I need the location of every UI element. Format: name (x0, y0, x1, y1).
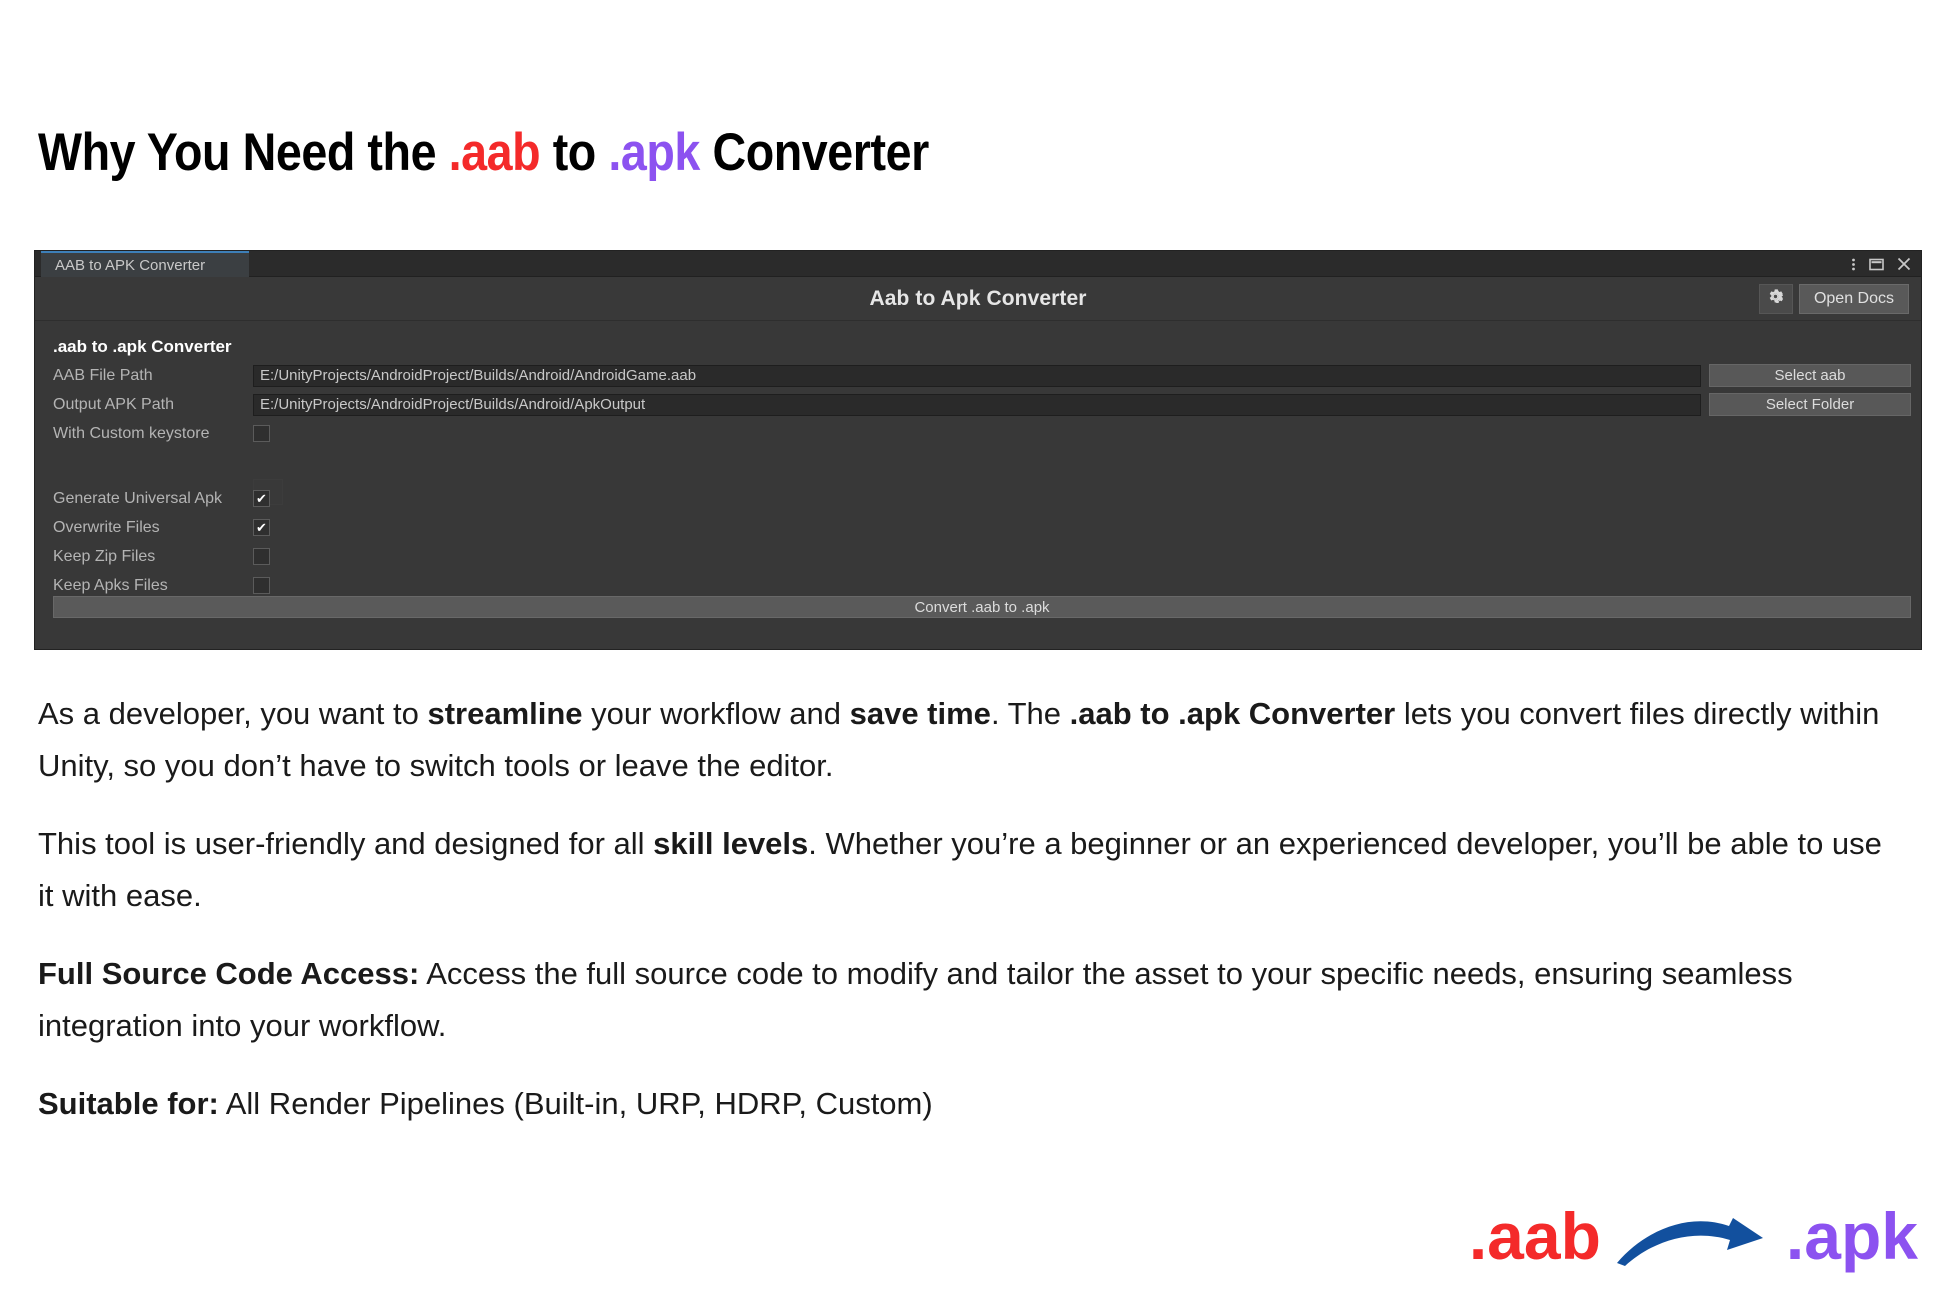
convert-button[interactable]: Convert .aab to .apk (53, 596, 1911, 618)
aab-file-path-input[interactable]: E:/UnityProjects/AndroidProject/Builds/A… (253, 364, 1701, 387)
paragraph-4: Suitable for: All Render Pipelines (Buil… (38, 1078, 1898, 1130)
toolbar-actions: Open Docs (1758, 283, 1909, 314)
window-tabstrip: AAB to APK Converter (35, 251, 1921, 277)
keep-zip-files-label: Keep Zip Files (53, 547, 156, 565)
title-part-2: to (540, 123, 609, 182)
body-copy: As a developer, you want to streamline y… (38, 688, 1898, 1145)
p1-a: As a developer, you want to (38, 696, 428, 731)
overwrite-files-checkbox[interactable] (253, 519, 270, 536)
p4-heading: Suitable for: (38, 1086, 219, 1122)
field-row-overwrite-files: Overwrite Files (35, 513, 1921, 542)
p2-a: This tool is user-friendly and designed … (38, 826, 654, 862)
title-apk: .apk (608, 123, 700, 182)
select-folder-button[interactable]: Select Folder (1709, 393, 1911, 416)
title-aab: .aab (448, 123, 541, 182)
paragraph-1: As a developer, you want to streamline y… (38, 688, 1898, 792)
p1-save-time: save time (849, 696, 991, 731)
converter-toolbar: Aab to Apk Converter Open Docs (35, 277, 1921, 321)
paragraph-3: Full Source Code Access: Access the full… (38, 948, 1898, 1052)
slide-root: Why You Need the .aab to .apk Converter … (0, 0, 1950, 1300)
generate-universal-apk-checkbox[interactable] (253, 490, 270, 507)
gear-icon (1767, 288, 1784, 310)
footer-apk-label: .apk (1785, 1199, 1918, 1273)
title-part-1: Why You Need the (38, 123, 449, 182)
select-aab-button[interactable]: Select aab (1709, 364, 1911, 387)
field-row-keep-zip-files: Keep Zip Files (35, 542, 1921, 571)
p1-c: your workflow and (582, 696, 850, 731)
p2-skill-levels: skill levels (653, 826, 809, 862)
output-apk-path-label: Output APK Path (53, 395, 174, 413)
keep-apks-files-checkbox[interactable] (253, 577, 270, 594)
p1-converter: .aab to .apk Converter (1069, 696, 1396, 731)
generate-universal-apk-label: Generate Universal Apk (53, 489, 222, 507)
overwrite-files-label: Overwrite Files (53, 518, 160, 536)
p3-heading: Full Source Code Access: (38, 956, 420, 992)
settings-button[interactable] (1758, 283, 1793, 314)
maximize-icon[interactable] (1869, 258, 1884, 271)
open-docs-button[interactable]: Open Docs (1798, 283, 1909, 314)
paragraph-2: This tool is user-friendly and designed … (38, 818, 1898, 922)
title-part-3: Converter (699, 123, 929, 182)
window-controls (1851, 251, 1911, 277)
converter-title: Aab to Apk Converter (869, 286, 1087, 310)
curved-arrow-icon (1611, 1200, 1776, 1272)
keep-apks-files-label: Keep Apks Files (53, 576, 168, 594)
output-apk-path-input[interactable]: E:/UnityProjects/AndroidProject/Builds/A… (253, 393, 1701, 416)
converter-body: .aab to .apk Converter AAB File Path E:/… (35, 321, 1921, 649)
footer-logo: .aab .apk (1469, 1200, 1918, 1272)
kebab-menu-icon[interactable] (1851, 257, 1856, 272)
tab-aab-to-apk-converter[interactable]: AAB to APK Converter (41, 251, 249, 277)
p1-e: . The (990, 696, 1070, 731)
field-row-custom-keystore: With Custom keystore (35, 419, 1921, 448)
field-row-output-apk-path: Output APK Path E:/UnityProjects/Android… (35, 390, 1921, 419)
field-row-aab-file-path: AAB File Path E:/UnityProjects/AndroidPr… (35, 361, 1921, 390)
close-icon[interactable] (1897, 257, 1911, 271)
footer-aab-label: .aab (1468, 1199, 1601, 1273)
p4-b: All Render Pipelines (Built-in, URP, HDR… (218, 1086, 933, 1122)
unity-editor-window: AAB to APK Converter Aab to Apk Converte… (34, 250, 1922, 650)
tab-label: AAB to APK Converter (55, 256, 206, 274)
page-title: Why You Need the .aab to .apk Converter (38, 122, 929, 183)
aab-file-path-label: AAB File Path (53, 366, 153, 384)
p1-streamline: streamline (427, 696, 583, 731)
keep-zip-files-checkbox[interactable] (253, 548, 270, 565)
custom-keystore-checkbox[interactable] (253, 425, 270, 442)
field-row-generate-universal-apk: Generate Universal Apk (35, 484, 1921, 513)
section-header: .aab to .apk Converter (53, 337, 232, 356)
open-docs-label: Open Docs (1813, 289, 1894, 307)
custom-keystore-label: With Custom keystore (53, 424, 210, 442)
